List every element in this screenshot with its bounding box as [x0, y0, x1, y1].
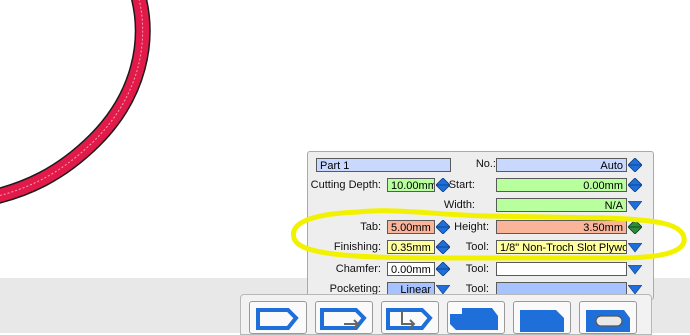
part-outline-shape[interactable]	[0, 0, 170, 210]
tab-rounded-icon	[586, 310, 630, 332]
number-spinner-icon[interactable]	[628, 158, 642, 172]
tab-slot-button[interactable]	[447, 301, 505, 334]
number-label: No.:	[475, 158, 496, 170]
tab-arrow-down-icon	[386, 308, 433, 330]
tab-arrow-right-button[interactable]	[315, 301, 373, 334]
tab-square-button[interactable]	[513, 301, 571, 334]
tab-square-icon	[520, 310, 564, 332]
cutting-depth-label: Cutting Depth:	[310, 179, 381, 191]
number-field[interactable]: Auto	[496, 158, 627, 172]
tool2-dropdown-icon[interactable]	[628, 265, 642, 275]
tab-arrow-right-icon	[320, 308, 367, 330]
tab-shape-icon	[256, 308, 299, 330]
start-label: Start:	[448, 179, 475, 191]
start-field[interactable]: 0.00mm	[496, 178, 627, 192]
start-spinner-icon[interactable]	[628, 178, 642, 192]
tab-slot-icon	[450, 308, 498, 330]
tab-style-toolbar	[240, 294, 652, 335]
highlight-annotation	[290, 208, 687, 261]
tab-shape-button[interactable]	[249, 301, 307, 334]
tab-rounded-button[interactable]	[579, 301, 637, 334]
tab-arrow-down-button[interactable]	[381, 301, 439, 334]
